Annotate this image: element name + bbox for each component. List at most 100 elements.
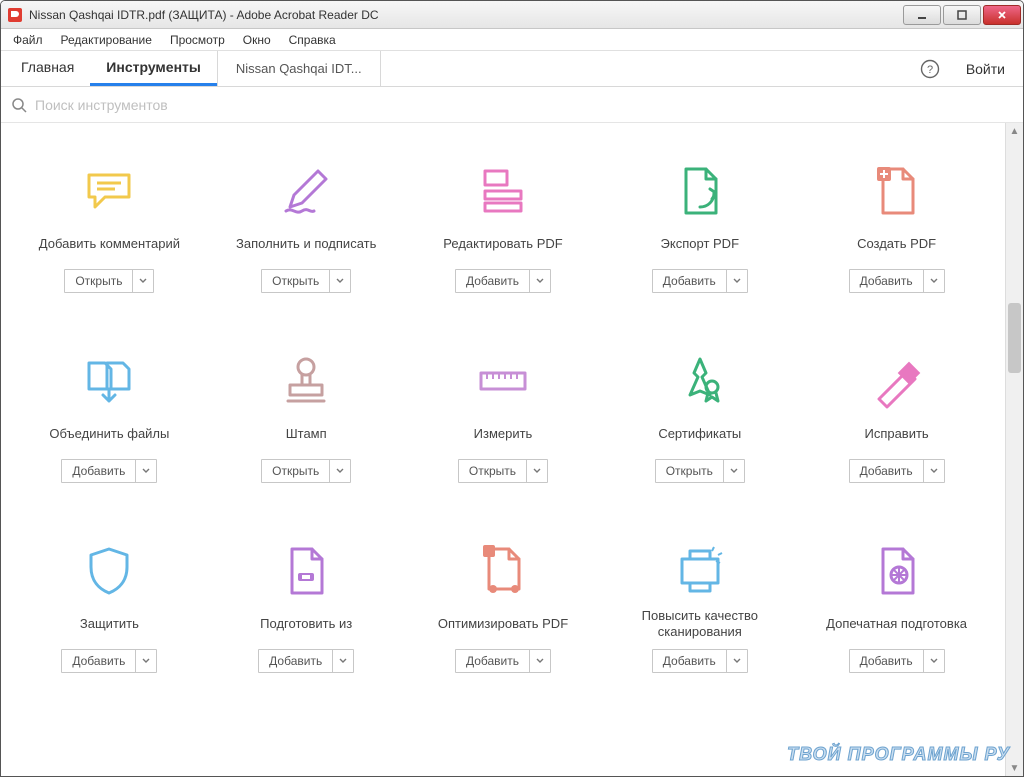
tool-label: Повысить качество сканирования	[611, 607, 788, 641]
tool-prepare[interactable]: Подготовить из Добавить	[218, 543, 395, 673]
chevron-down-icon[interactable]	[923, 270, 944, 292]
combine-icon	[81, 353, 137, 409]
tool-action-label: Добавить	[456, 650, 529, 672]
tool-action-label: Добавить	[850, 460, 923, 482]
close-button[interactable]	[983, 5, 1021, 25]
chevron-down-icon[interactable]	[726, 270, 747, 292]
optimize-icon	[475, 543, 531, 599]
help-icon[interactable]: ?	[920, 59, 940, 79]
scroll-thumb[interactable]	[1008, 303, 1021, 373]
tool-label: Добавить комментарий	[39, 227, 180, 261]
chevron-down-icon[interactable]	[723, 460, 744, 482]
edit-pdf-icon	[475, 163, 531, 219]
tool-label: Защитить	[80, 607, 139, 641]
chevron-down-icon[interactable]	[529, 650, 550, 672]
signin-link[interactable]: Войти	[952, 61, 1019, 77]
tool-action-button[interactable]: Добавить	[849, 269, 945, 293]
maximize-button[interactable]	[943, 5, 981, 25]
tool-action-button[interactable]: Открыть	[261, 459, 351, 483]
menu-window[interactable]: Окно	[235, 31, 279, 49]
tool-measure[interactable]: Измерить Открыть	[415, 353, 592, 483]
tool-enhance-scan[interactable]: Повысить качество сканирования Добавить	[611, 543, 788, 673]
chevron-down-icon[interactable]	[923, 650, 944, 672]
tool-action-button[interactable]: Добавить	[455, 269, 551, 293]
tool-stamp[interactable]: Штамп Открыть	[218, 353, 395, 483]
chevron-down-icon[interactable]	[726, 650, 747, 672]
tool-action-button[interactable]: Открыть	[655, 459, 745, 483]
certificate-icon	[672, 353, 728, 409]
nav-tabs: Главная Инструменты Nissan Qashqai IDT..…	[1, 51, 1023, 87]
search-input[interactable]	[35, 97, 1013, 113]
tool-action-label: Добавить	[456, 270, 529, 292]
tool-action-label: Открыть	[262, 270, 329, 292]
minimize-button[interactable]	[903, 5, 941, 25]
document-tab[interactable]: Nissan Qashqai IDT...	[217, 51, 381, 86]
chevron-down-icon[interactable]	[329, 270, 350, 292]
tab-home[interactable]: Главная	[5, 51, 90, 86]
tool-export-pdf[interactable]: Экспорт PDF Добавить	[611, 163, 788, 293]
menu-bar: Файл Редактирование Просмотр Окно Справк…	[1, 29, 1023, 51]
tool-action-label: Добавить	[850, 270, 923, 292]
menu-view[interactable]: Просмотр	[162, 31, 233, 49]
scroll-down-arrow[interactable]: ▼	[1006, 760, 1023, 776]
tool-label: Создать PDF	[857, 227, 936, 261]
tool-action-label: Добавить	[653, 650, 726, 672]
tool-fill-sign[interactable]: Заполнить и подписать Открыть	[218, 163, 395, 293]
tool-action-button[interactable]: Добавить	[61, 459, 157, 483]
tools-canvas: Добавить комментарий Открыть Заполнить и…	[1, 123, 1005, 776]
tool-action-button[interactable]: Добавить	[258, 649, 354, 673]
app-window: Nissan Qashqai IDTR.pdf (ЗАЩИТА) - Adobe…	[0, 0, 1024, 777]
tool-label: Оптимизировать PDF	[438, 607, 568, 641]
chevron-down-icon[interactable]	[529, 270, 550, 292]
window-title: Nissan Qashqai IDTR.pdf (ЗАЩИТА) - Adobe…	[29, 8, 901, 22]
tool-action-label: Добавить	[62, 650, 135, 672]
tool-create-pdf[interactable]: Создать PDF Добавить	[808, 163, 985, 293]
scroll-up-arrow[interactable]: ▲	[1006, 123, 1023, 139]
tool-redact[interactable]: Исправить Добавить	[808, 353, 985, 483]
titlebar: Nissan Qashqai IDTR.pdf (ЗАЩИТА) - Adobe…	[1, 1, 1023, 29]
tool-action-label: Открыть	[459, 460, 526, 482]
tool-label: Измерить	[474, 417, 533, 451]
tool-protect[interactable]: Защитить Добавить	[21, 543, 198, 673]
chevron-down-icon[interactable]	[135, 650, 156, 672]
tool-action-button[interactable]: Добавить	[652, 269, 748, 293]
menu-help[interactable]: Справка	[281, 31, 344, 49]
chevron-down-icon[interactable]	[132, 270, 153, 292]
comment-icon	[81, 163, 137, 219]
chevron-down-icon[interactable]	[135, 460, 156, 482]
tool-optimize[interactable]: Оптимизировать PDF Добавить	[415, 543, 592, 673]
tool-action-button[interactable]: Добавить	[849, 649, 945, 673]
tool-edit-pdf[interactable]: Редактировать PDF Добавить	[415, 163, 592, 293]
tool-comment[interactable]: Добавить комментарий Открыть	[21, 163, 198, 293]
tool-action-button[interactable]: Открыть	[261, 269, 351, 293]
window-controls	[901, 5, 1021, 25]
prepare-form-icon	[278, 543, 334, 599]
tool-action-button[interactable]: Добавить	[652, 649, 748, 673]
preflight-icon	[869, 543, 925, 599]
ruler-icon	[475, 353, 531, 409]
menu-file[interactable]: Файл	[5, 31, 51, 49]
chevron-down-icon[interactable]	[923, 460, 944, 482]
tool-action-button[interactable]: Добавить	[849, 459, 945, 483]
tool-action-button[interactable]: Добавить	[455, 649, 551, 673]
tool-label: Сертификаты	[658, 417, 741, 451]
chevron-down-icon[interactable]	[332, 650, 353, 672]
tab-tools[interactable]: Инструменты	[90, 51, 217, 86]
menu-edit[interactable]: Редактирование	[53, 31, 160, 49]
shield-icon	[81, 543, 137, 599]
tools-grid: Добавить комментарий Открыть Заполнить и…	[21, 163, 985, 673]
chevron-down-icon[interactable]	[526, 460, 547, 482]
tool-combine[interactable]: Объединить файлы Добавить	[21, 353, 198, 483]
tool-preflight[interactable]: Допечатная подготовка Добавить	[808, 543, 985, 673]
tool-action-label: Добавить	[62, 460, 135, 482]
tool-action-button[interactable]: Открыть	[458, 459, 548, 483]
tool-label: Экспорт PDF	[661, 227, 739, 261]
redact-icon	[869, 353, 925, 409]
tool-action-label: Добавить	[850, 650, 923, 672]
vertical-scrollbar[interactable]: ▲ ▼	[1005, 123, 1023, 776]
chevron-down-icon[interactable]	[329, 460, 350, 482]
tool-action-button[interactable]: Открыть	[64, 269, 154, 293]
tool-certificates[interactable]: Сертификаты Открыть	[611, 353, 788, 483]
tool-label: Заполнить и подписать	[236, 227, 376, 261]
tool-action-button[interactable]: Добавить	[61, 649, 157, 673]
